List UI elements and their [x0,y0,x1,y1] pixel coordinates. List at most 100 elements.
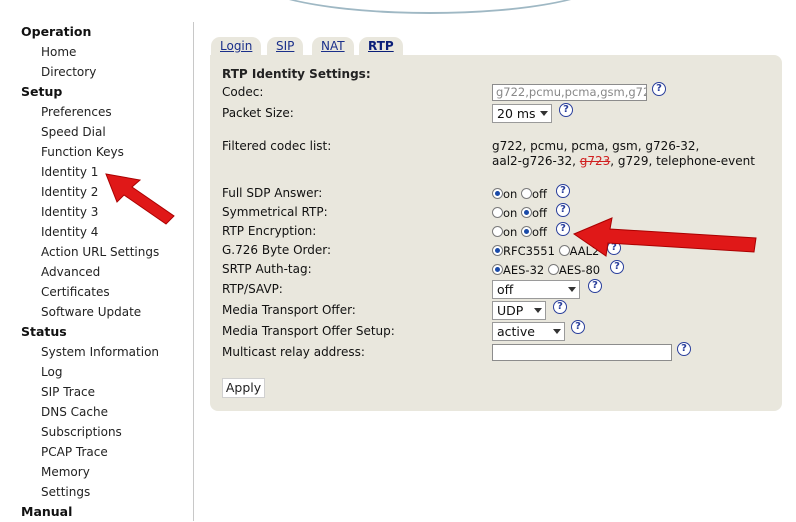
filtered-codec-line-2: aal2-g726-32, g723, g729, telephone-even… [492,154,755,168]
sidebar-item-identity-3[interactable]: Identity 3 [0,202,193,222]
full-sdp-off-radio[interactable] [520,188,532,199]
panel-title: RTP Identity Settings: [222,67,371,81]
sidebar: Operation Home Directory Setup Preferenc… [0,22,194,521]
codec-help-icon[interactable]: ? [652,82,666,96]
rtp-encryption-radio-group: on off [492,225,547,239]
filtered-codec-label: Filtered codec list: [222,139,332,153]
srtp-aes80-radio[interactable] [547,264,559,275]
filtered-codec-struck: g723 [579,154,611,168]
rtp-encryption-off-radio[interactable] [520,226,532,237]
apply-button[interactable]: Apply [222,378,265,398]
sidebar-item-home[interactable]: Home [0,42,193,62]
media-transport-offer-setup-select[interactable]: active [492,322,565,341]
tab-nat[interactable]: NAT [312,37,354,56]
symmetrical-rtp-radio-group: on off [492,206,547,220]
g726-rfc3551-radio[interactable] [492,245,503,256]
codec-input[interactable]: g722,pcmu,pcma,gsm,g72 [492,84,647,101]
srtp-aes80-label: AES-80 [558,263,601,277]
full-sdp-on-label: on [503,187,518,201]
symmetrical-rtp-help-icon[interactable]: ? [556,203,570,217]
sidebar-item-identity-4[interactable]: Identity 4 [0,222,193,242]
sidebar-item-subscriptions[interactable]: Subscriptions [0,422,193,442]
sidebar-section-status: Status [21,324,67,339]
rtp-encryption-help-icon[interactable]: ? [556,222,570,236]
tab-sip[interactable]: SIP [267,37,304,56]
rtp-encryption-off-label: off [531,225,547,239]
packet-size-select[interactable]: 20 ms [492,104,552,123]
chevron-down-icon [534,308,542,313]
media-transport-offer-help-icon[interactable]: ? [553,300,567,314]
sidebar-item-directory[interactable]: Directory [0,62,193,82]
srtp-aes32-radio[interactable] [492,264,503,275]
g726-aal2-label: AAL2 [569,244,600,258]
tab-login[interactable]: Login [211,37,262,56]
sidebar-item-identity-2[interactable]: Identity 2 [0,182,193,202]
full-sdp-label: Full SDP Answer: [222,186,323,200]
symmetrical-rtp-on-radio[interactable] [492,207,503,218]
sidebar-item-speed-dial[interactable]: Speed Dial [0,122,193,142]
sidebar-item-action-url-settings[interactable]: Action URL Settings [0,242,193,262]
packet-size-label: Packet Size: [222,106,294,120]
symmetrical-rtp-off-label: off [531,206,547,220]
full-sdp-on-radio[interactable] [492,188,503,199]
full-sdp-radio-group: on off [492,187,547,201]
rtp-encryption-label: RTP Encryption: [222,224,317,238]
sidebar-section-setup: Setup [21,84,63,99]
sidebar-item-preferences[interactable]: Preferences [0,102,193,122]
filtered-codec-line-1: g722, pcmu, pcma, gsm, g726-32, [492,139,700,153]
sidebar-item-system-information[interactable]: System Information [0,342,193,362]
sidebar-section-operation: Operation [21,24,92,39]
full-sdp-off-label: off [531,187,547,201]
sidebar-item-log[interactable]: Log [0,362,193,382]
chevron-down-icon [553,329,561,334]
multicast-relay-input[interactable] [492,344,672,361]
header-arc [250,0,610,14]
sidebar-item-sip-trace[interactable]: SIP Trace [0,382,193,402]
sidebar-item-memory[interactable]: Memory [0,462,193,482]
sidebar-item-dns-cache[interactable]: DNS Cache [0,402,193,422]
sidebar-item-identity-1[interactable]: Identity 1 [0,162,193,182]
packet-size-help-icon[interactable]: ? [559,103,573,117]
symmetrical-rtp-label: Symmetrical RTP: [222,205,328,219]
sidebar-section-manual: Manual [21,504,73,519]
srtp-auth-tag-radio-group: AES-32 AES-80 [492,263,600,277]
media-transport-offer-select[interactable]: UDP [492,301,546,320]
rtp-savp-select[interactable]: off [492,280,580,299]
srtp-aes32-label: AES-32 [503,263,545,277]
multicast-relay-label: Multicast relay address: [222,345,365,359]
symmetrical-rtp-off-radio[interactable] [520,207,532,218]
rtp-savp-value: off [497,282,514,297]
g726-byte-order-radio-group: RFC3551 AAL2 [492,244,599,258]
full-sdp-help-icon[interactable]: ? [556,184,570,198]
g726-byte-order-help-icon[interactable]: ? [607,241,621,255]
media-transport-offer-label: Media Transport Offer: [222,303,356,317]
srtp-auth-tag-help-icon[interactable]: ? [610,260,624,274]
srtp-auth-tag-label: SRTP Auth-tag: [222,262,312,276]
sidebar-item-function-keys[interactable]: Function Keys [0,142,193,162]
media-transport-offer-setup-value: active [497,324,535,339]
g726-rfc3551-label: RFC3551 [503,244,555,258]
sidebar-item-certificates[interactable]: Certificates [0,282,193,302]
sidebar-item-software-update[interactable]: Software Update [0,302,193,322]
symmetrical-rtp-on-label: on [503,206,518,220]
sidebar-item-pcap-trace[interactable]: PCAP Trace [0,442,193,462]
media-transport-offer-setup-help-icon[interactable]: ? [571,320,585,334]
rtp-encryption-on-radio[interactable] [492,226,503,237]
rtp-savp-help-icon[interactable]: ? [588,279,602,293]
rtp-savp-label: RTP/SAVP: [222,282,283,296]
g726-byte-order-label: G.726 Byte Order: [222,243,332,257]
rtp-encryption-on-label: on [503,225,518,239]
sidebar-item-settings[interactable]: Settings [0,482,193,502]
filtered-codec-part-b: , g729, telephone-event [610,154,755,168]
chevron-down-icon [540,111,548,116]
filtered-codec-part-a: aal2-g726-32, [492,154,580,168]
media-transport-offer-setup-label: Media Transport Offer Setup: [222,324,395,338]
codec-label: Codec: [222,85,264,99]
tab-rtp[interactable]: RTP [359,37,403,56]
packet-size-value: 20 ms [497,106,536,121]
multicast-relay-help-icon[interactable]: ? [677,342,691,356]
media-transport-offer-value: UDP [497,303,524,318]
sidebar-item-advanced[interactable]: Advanced [0,262,193,282]
g726-aal2-radio[interactable] [558,245,570,256]
chevron-down-icon [568,287,576,292]
